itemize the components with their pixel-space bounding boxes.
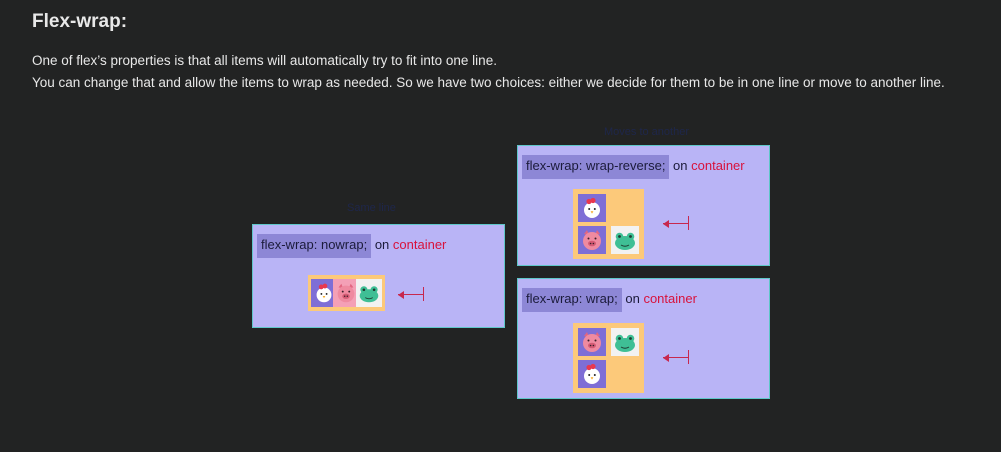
intro-paragraph: One of flex’s properties is that all ite…	[32, 50, 945, 94]
wrap-on-text: on	[621, 291, 644, 306]
wrap-reverse-target: container	[691, 158, 745, 173]
wrap-reverse-example-panel: flex-wrap: wrap-reverse; on container	[517, 145, 770, 266]
chicken-icon	[578, 194, 606, 222]
chicken-tile	[578, 194, 606, 222]
nowrap-on-text: on	[371, 237, 393, 252]
nowrap-code: flex-wrap: nowrap;	[257, 234, 372, 258]
nowrap-demo-container	[308, 275, 385, 311]
frog-icon	[611, 328, 639, 356]
chicken-icon	[578, 360, 606, 388]
nowrap-caption: flex-wrap: nowrap; on container	[257, 231, 446, 259]
wrap-example-panel: flex-wrap: wrap; on container	[517, 278, 770, 399]
pig-tile	[578, 328, 606, 356]
wrap-reverse-code: flex-wrap: wrap-reverse;	[522, 155, 670, 179]
nowrap-faint-label: Same line	[347, 202, 396, 214]
frog-tile	[611, 226, 639, 254]
chicken-tile	[578, 360, 606, 388]
wrap-reverse-demo-container	[573, 189, 644, 259]
frog-tile	[356, 279, 382, 307]
frog-icon	[356, 279, 382, 307]
wrap-reverse-on-text: on	[669, 158, 692, 173]
pig-icon	[578, 226, 606, 254]
nowrap-target: container	[392, 237, 447, 252]
wrap-reverse-faint-label: Moves to another	[604, 126, 689, 138]
nowrap-example-panel: flex-wrap: nowrap; on container	[252, 224, 505, 328]
pig-icon	[578, 328, 606, 356]
frog-icon	[611, 226, 639, 254]
intro-line-2: You can change that and allow the items …	[32, 75, 945, 90]
wrap-reverse-caption: flex-wrap: wrap-reverse; on container	[522, 152, 745, 180]
arrow-left-icon	[663, 216, 689, 230]
arrow-left-icon	[398, 287, 424, 301]
wrap-target: container	[643, 291, 697, 306]
frog-tile	[611, 328, 639, 356]
wrap-code: flex-wrap: wrap;	[522, 288, 622, 312]
pig-tile	[578, 226, 606, 254]
arrow-left-icon	[663, 350, 689, 364]
section-title: Flex-wrap:	[32, 11, 128, 32]
intro-line-1: One of flex’s properties is that all ite…	[32, 53, 497, 68]
wrap-caption: flex-wrap: wrap; on container	[522, 285, 697, 313]
wrap-demo-container	[573, 323, 644, 393]
